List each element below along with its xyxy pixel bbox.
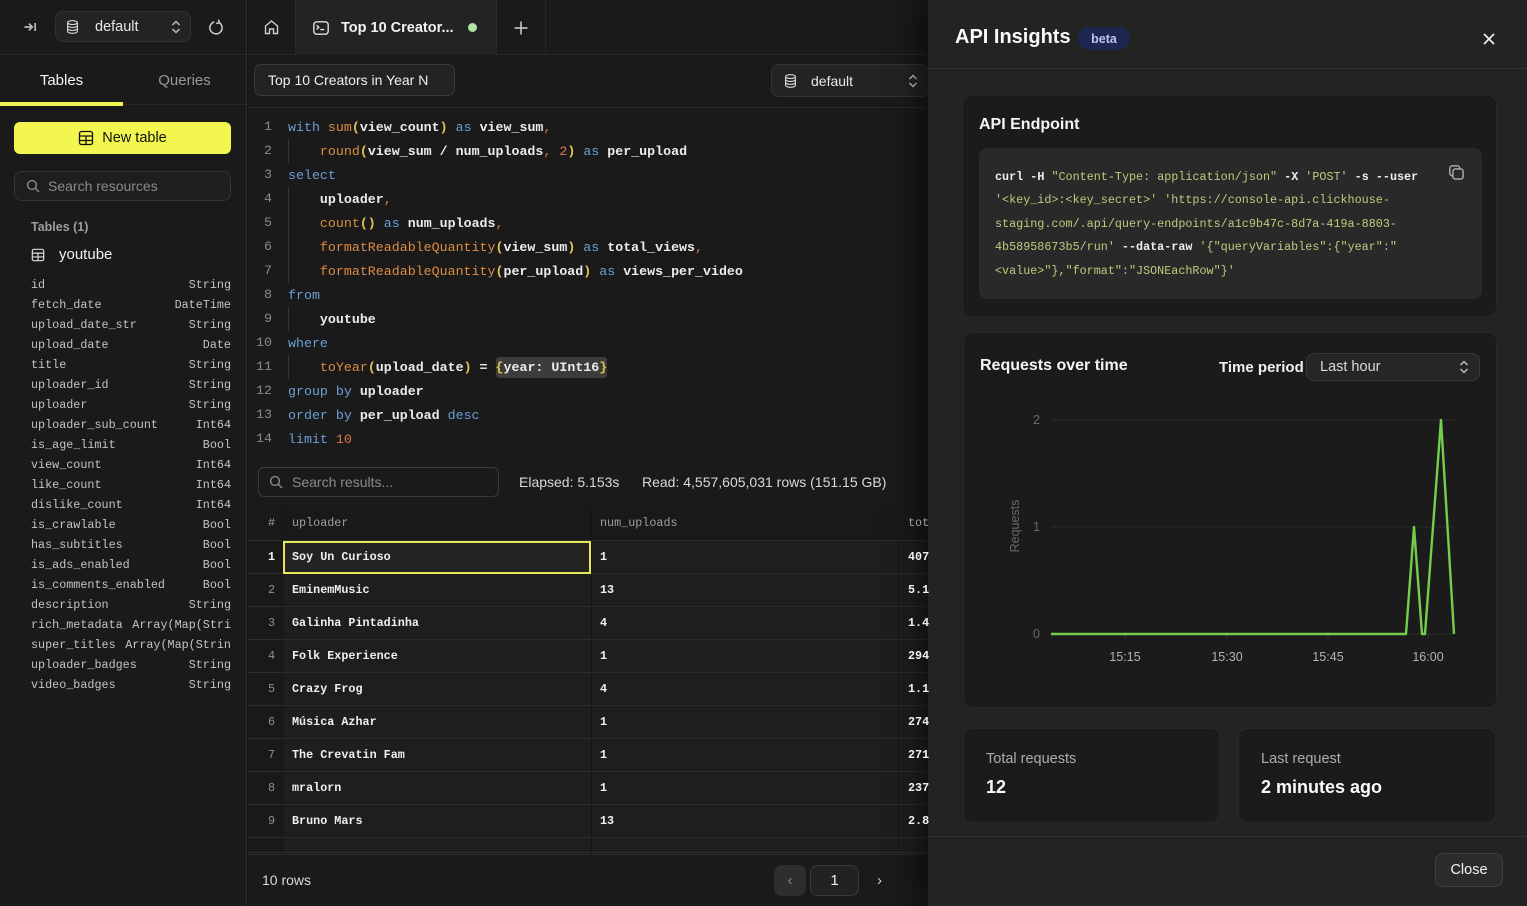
svg-text:16:00: 16:00 bbox=[1412, 650, 1443, 664]
svg-text:15:30: 15:30 bbox=[1211, 650, 1242, 664]
svg-text:15:15: 15:15 bbox=[1109, 650, 1140, 664]
svg-text:Requests: Requests bbox=[1008, 500, 1022, 553]
svg-text:15:45: 15:45 bbox=[1312, 650, 1343, 664]
svg-text:2: 2 bbox=[1033, 413, 1040, 427]
svg-text:1: 1 bbox=[1033, 520, 1040, 534]
svg-text:0: 0 bbox=[1033, 627, 1040, 641]
